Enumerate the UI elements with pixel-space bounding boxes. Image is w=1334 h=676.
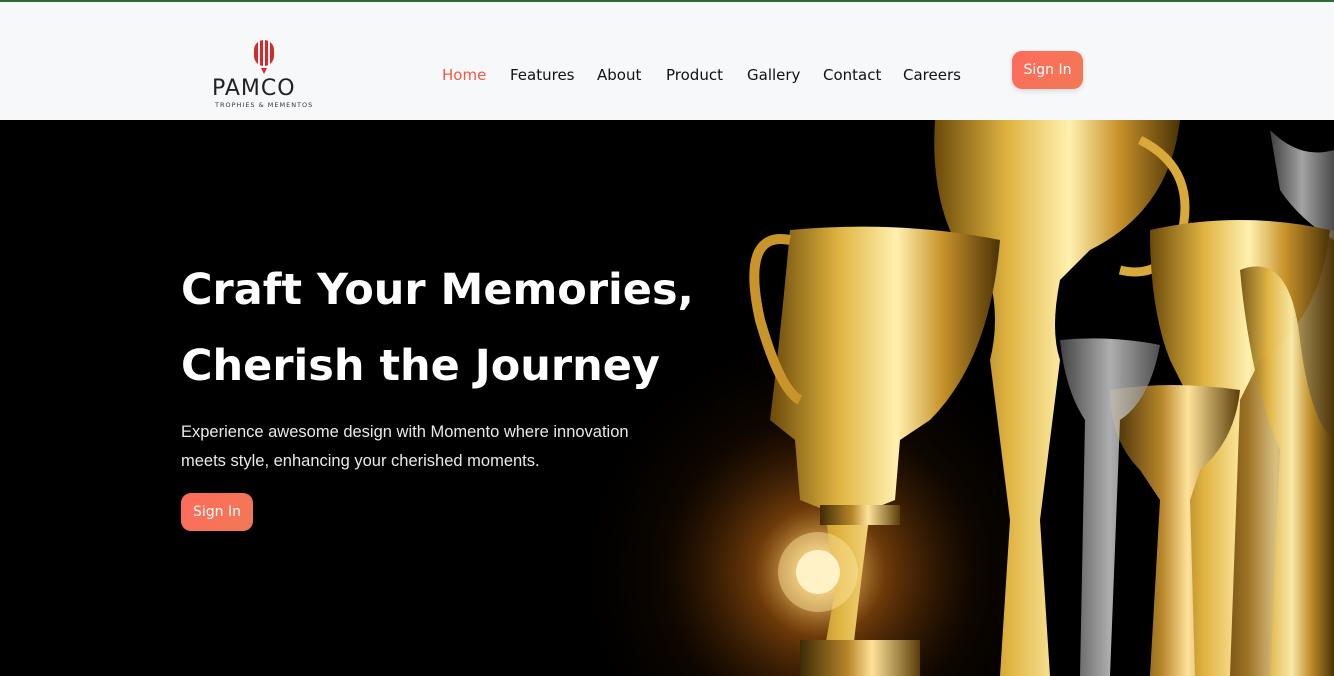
logo-trophy-icon bbox=[254, 39, 274, 74]
nav-link-product[interactable]: Product bbox=[666, 66, 723, 84]
hero-title-line-1: Craft Your Memories, bbox=[181, 265, 694, 315]
nav-link-contact[interactable]: Contact bbox=[823, 66, 881, 84]
hero-subtitle: Experience awesome design with Momento w… bbox=[181, 423, 629, 470]
nav-link-about[interactable]: About bbox=[597, 66, 641, 84]
nav-link-gallery[interactable]: Gallery bbox=[747, 66, 800, 84]
logo-tagline: TROPHIES & MEMENTOS bbox=[215, 101, 314, 109]
hero-signin-button[interactable]: Sign In bbox=[181, 493, 253, 531]
hero-title: Craft Your Memories, Cherish the Journey bbox=[181, 252, 701, 404]
logo-wordmark: PAMCO bbox=[212, 76, 296, 101]
pamco-logo[interactable]: PAMCO TROPHIES & MEMENTOS bbox=[205, 38, 325, 112]
nav-link-home[interactable]: Home bbox=[442, 66, 486, 84]
nav-link-careers[interactable]: Careers bbox=[903, 66, 961, 84]
header-signin-button[interactable]: Sign In bbox=[1012, 51, 1083, 89]
hero-section: Craft Your Memories, Cherish the Journey… bbox=[0, 120, 1334, 676]
nav-link-features[interactable]: Features bbox=[510, 66, 575, 84]
site-header: PAMCO TROPHIES & MEMENTOS Home Features … bbox=[0, 2, 1334, 120]
hero-title-line-2: Cherish the Journey bbox=[181, 341, 660, 391]
